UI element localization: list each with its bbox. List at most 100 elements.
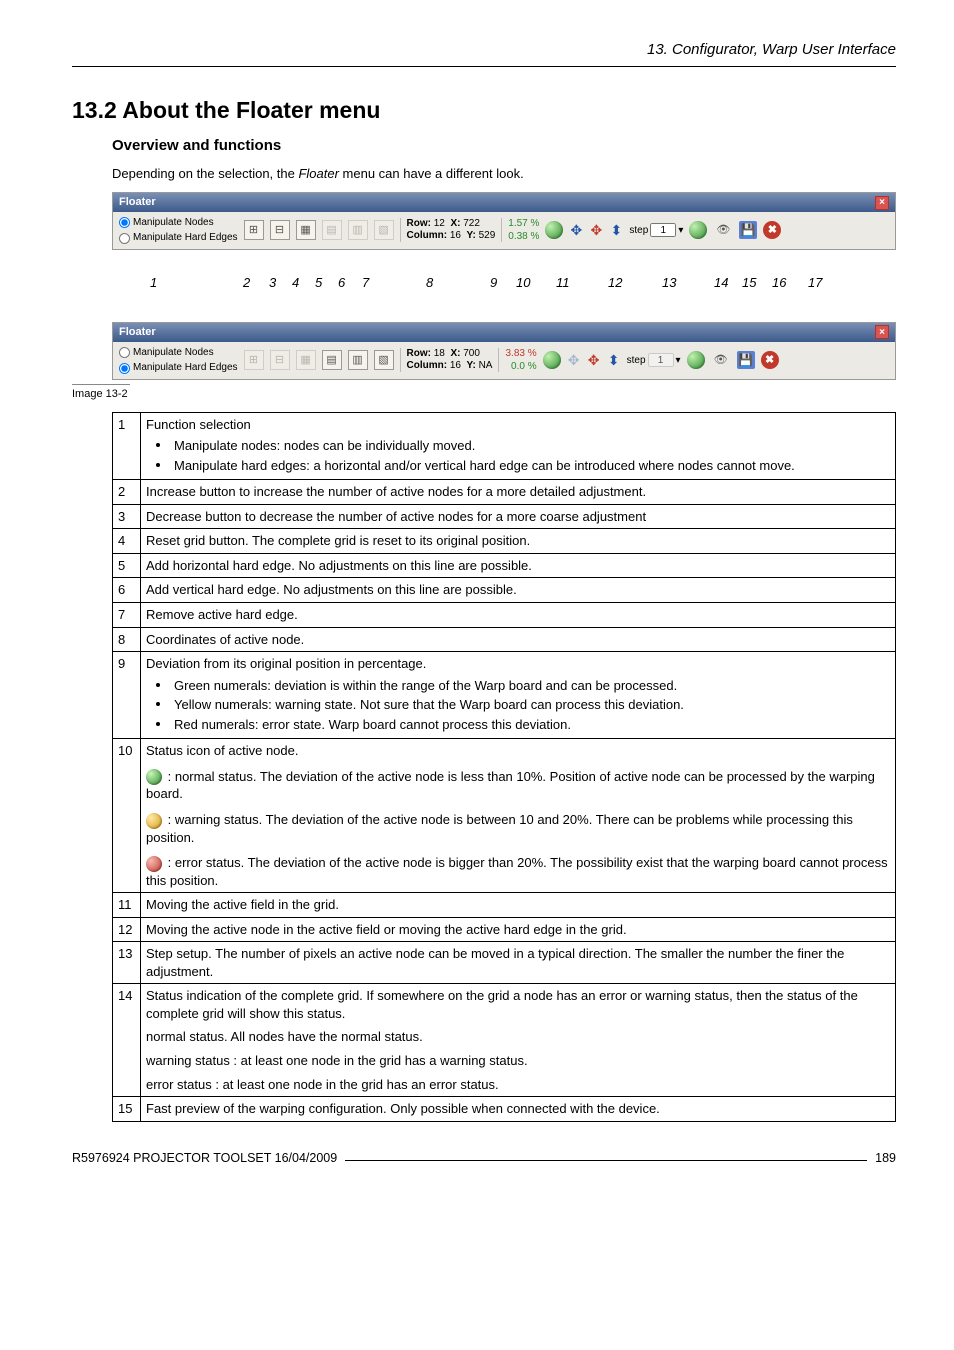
row-desc: Status indication of the complete grid. … xyxy=(141,984,896,1097)
chapter-title: 13. Configurator, Warp User Interface xyxy=(72,40,896,60)
row-desc: Status icon of active node. : normal sta… xyxy=(141,739,896,893)
close-icon[interactable]: × xyxy=(875,325,889,339)
table-row: 10 Status icon of active node. : normal … xyxy=(113,739,896,893)
floater-title: Floater xyxy=(119,325,156,340)
step-dropdown-icon[interactable]: ▾ xyxy=(678,224,683,238)
table-row: 13Step setup. The number of pixels an ac… xyxy=(113,942,896,984)
close-icon[interactable]: × xyxy=(875,196,889,210)
remove-edge-icon[interactable]: ▧ xyxy=(374,220,394,240)
callout-index-row: 1 2 3 4 5 6 7 8 9 10 11 12 13 14 15 16 1… xyxy=(112,256,896,312)
step-left-icon[interactable]: ⬍ xyxy=(607,353,621,367)
add-horizontal-edge-icon[interactable]: ▤ xyxy=(322,350,342,370)
row-desc: Deviation from its original position in … xyxy=(141,652,896,739)
row-desc: Add vertical hard edge. No adjustments o… xyxy=(141,578,896,603)
row-desc: Moving the active field in the grid. xyxy=(141,893,896,918)
move-field-icon[interactable]: ✥ xyxy=(569,223,583,237)
move-field-icon[interactable]: ✥ xyxy=(567,353,581,367)
remove-edge-icon[interactable]: ▧ xyxy=(374,350,394,370)
reset-grid-icon[interactable]: ▦ xyxy=(296,220,316,240)
step-left-icon[interactable]: ⬍ xyxy=(609,223,623,237)
table-row: 6Add vertical hard edge. No adjustments … xyxy=(113,578,896,603)
step-label: step xyxy=(627,354,646,368)
radio-manipulate-hard-edges[interactable]: Manipulate Hard Edges xyxy=(119,231,238,245)
coordinates-readout: Row: 18 X: 700 Column: 16 Y: NA xyxy=(400,348,500,372)
add-vertical-edge-icon[interactable]: ▥ xyxy=(348,350,368,370)
step-setup[interactable]: step ▾ xyxy=(629,223,683,237)
table-row: 15Fast preview of the warping configurat… xyxy=(113,1097,896,1122)
subsection-heading: Overview and functions xyxy=(112,136,896,156)
deviation-percent: 3.83 % 0.0 % xyxy=(505,347,536,374)
radio-manipulate-nodes[interactable]: Manipulate Nodes xyxy=(119,216,238,230)
table-row: 11Moving the active field in the grid. xyxy=(113,893,896,918)
radio-label: Manipulate Hard Edges xyxy=(133,361,238,375)
intro-em: Floater xyxy=(298,166,338,181)
step-label: step xyxy=(629,224,648,238)
step-dropdown-icon[interactable]: ▾ xyxy=(676,354,681,368)
fast-preview-icon[interactable]: 👁 xyxy=(711,350,731,370)
row-desc: Moving the active node in the active fie… xyxy=(141,917,896,942)
floater-panel-nodes: Floater × Manipulate Nodes Manipulate Ha… xyxy=(112,192,896,250)
stop-icon[interactable]: ✖ xyxy=(761,351,779,369)
step-input[interactable] xyxy=(648,353,674,367)
image-caption: Image 13-2 xyxy=(72,384,896,402)
section-heading: 13.2 About the Floater menu xyxy=(72,95,896,126)
status-error-icon xyxy=(146,856,162,872)
row-desc: Function selection Manipulate nodes: nod… xyxy=(141,412,896,480)
table-row: 14 Status indication of the complete gri… xyxy=(113,984,896,1097)
grid-status-icon xyxy=(689,221,707,239)
radio-label: Manipulate Nodes xyxy=(133,346,214,360)
intro-text: Depending on the selection, the Floater … xyxy=(112,165,896,183)
intro-post: menu can have a different look. xyxy=(339,166,524,181)
table-row: 7Remove active hard edge. xyxy=(113,603,896,628)
save-icon[interactable]: 💾 xyxy=(739,221,757,239)
radio-manipulate-nodes[interactable]: Manipulate Nodes xyxy=(119,346,238,360)
move-node-icon[interactable]: ✥ xyxy=(589,223,603,237)
increase-nodes-icon[interactable]: ⊞ xyxy=(244,350,264,370)
row-desc: Increase button to increase the number o… xyxy=(141,480,896,505)
row-num: 1 xyxy=(113,412,141,480)
row-desc: Coordinates of active node. xyxy=(141,627,896,652)
footer-page-number: 189 xyxy=(875,1150,896,1167)
row-desc: Reset grid button. The complete grid is … xyxy=(141,529,896,554)
decrease-nodes-icon[interactable]: ⊟ xyxy=(270,220,290,240)
footer-left: R5976924 PROJECTOR TOOLSET 16/04/2009 xyxy=(72,1150,337,1167)
decrease-nodes-icon[interactable]: ⊟ xyxy=(270,350,290,370)
floater-panel-edges: Floater × Manipulate Nodes Manipulate Ha… xyxy=(112,322,896,380)
row-desc: Decrease button to decrease the number o… xyxy=(141,504,896,529)
grid-status-icon xyxy=(687,351,705,369)
status-normal-icon xyxy=(146,769,162,785)
table-row: 9 Deviation from its original position i… xyxy=(113,652,896,739)
table-row: 8Coordinates of active node. xyxy=(113,627,896,652)
table-row: 5Add horizontal hard edge. No adjustment… xyxy=(113,553,896,578)
table-row: 4Reset grid button. The complete grid is… xyxy=(113,529,896,554)
table-row: 1 Function selection Manipulate nodes: n… xyxy=(113,412,896,480)
intro-pre: Depending on the selection, the xyxy=(112,166,298,181)
node-status-icon xyxy=(543,351,561,369)
reset-grid-icon[interactable]: ▦ xyxy=(296,350,316,370)
node-status-icon xyxy=(545,221,563,239)
stop-icon[interactable]: ✖ xyxy=(763,221,781,239)
fast-preview-icon[interactable]: 👁 xyxy=(713,220,733,240)
add-vertical-edge-icon[interactable]: ▥ xyxy=(348,220,368,240)
description-table: 1 Function selection Manipulate nodes: n… xyxy=(112,412,896,1122)
radio-manipulate-hard-edges[interactable]: Manipulate Hard Edges xyxy=(119,361,238,375)
table-row: 2Increase button to increase the number … xyxy=(113,480,896,505)
row-desc: Remove active hard edge. xyxy=(141,603,896,628)
coordinates-readout: Row: 12 X: 722 Column: 16 Y: 529 xyxy=(400,218,503,242)
row-desc: Step setup. The number of pixels an acti… xyxy=(141,942,896,984)
status-warning-icon xyxy=(146,813,162,829)
save-icon[interactable]: 💾 xyxy=(737,351,755,369)
header-rule xyxy=(72,66,896,67)
step-setup[interactable]: step ▾ xyxy=(627,353,681,367)
increase-nodes-icon[interactable]: ⊞ xyxy=(244,220,264,240)
row-desc: Fast preview of the warping configuratio… xyxy=(141,1097,896,1122)
row-desc: Add horizontal hard edge. No adjustments… xyxy=(141,553,896,578)
floater-title: Floater xyxy=(119,195,156,210)
table-row: 3Decrease button to decrease the number … xyxy=(113,504,896,529)
add-horizontal-edge-icon[interactable]: ▤ xyxy=(322,220,342,240)
move-node-icon[interactable]: ✥ xyxy=(587,353,601,367)
step-input[interactable] xyxy=(650,223,676,237)
page-footer: R5976924 PROJECTOR TOOLSET 16/04/2009 18… xyxy=(72,1150,896,1167)
radio-label: Manipulate Nodes xyxy=(133,216,214,230)
deviation-percent: 1.57 % 0.38 % xyxy=(508,217,539,244)
